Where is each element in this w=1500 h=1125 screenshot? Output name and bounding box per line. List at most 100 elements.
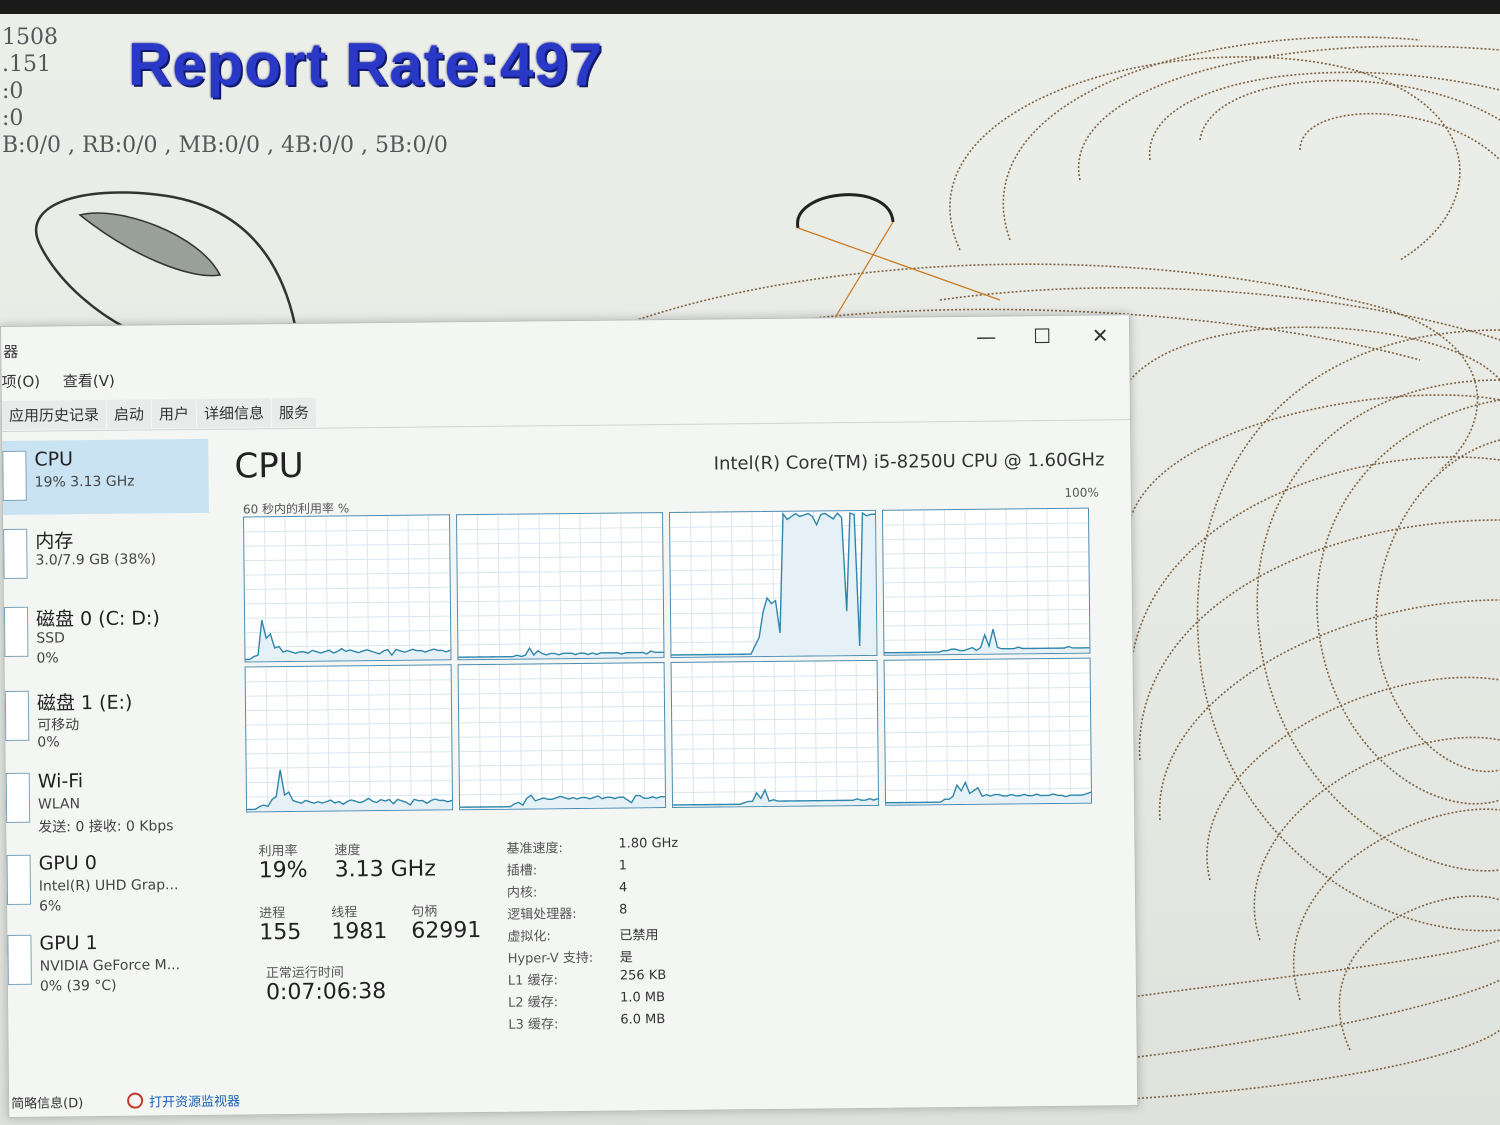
- cpu-stats: 利用率 19% 速度 3.13 GHz 进程 155 线程 1981 句柄 62…: [258, 832, 1080, 1051]
- tab-details[interactable]: 详细信息: [196, 398, 272, 428]
- sidebar-item-label: 内存: [35, 530, 74, 553]
- core-graph: [670, 659, 880, 808]
- cpu-thumbnail: [2, 450, 27, 501]
- sidebar-item-disk-0[interactable]: 磁盘 0 (C: D:) SSD 0%: [3, 595, 211, 671]
- trace-path: [1129, 456, 1500, 701]
- detail-value: 1: [618, 858, 628, 874]
- tab-services[interactable]: 服务: [271, 397, 317, 428]
- trace-path: [1129, 326, 1500, 381]
- resource-monitor-label: 打开资源监视器: [149, 1094, 241, 1111]
- trace-path: [1316, 399, 1500, 805]
- processes-stat-label: 进程: [259, 906, 286, 922]
- sidebar-item-detail: 3.0/7.9 GB (38%): [35, 551, 157, 569]
- detail-value: 6.0 MB: [620, 1012, 666, 1028]
- sidebar-item-detail: SSD: [36, 630, 65, 647]
- tab-startup[interactable]: 启动: [106, 399, 152, 429]
- menu-bar: 项(O) 查看(V): [1, 370, 133, 395]
- tab-bar: 应用历史记录 启动 用户 详细信息 服务: [1, 389, 1131, 432]
- resource-monitor-icon: [127, 1092, 144, 1109]
- core-graph: [457, 662, 667, 811]
- sidebar-item-gpu-0[interactable]: GPU 0 Intel(R) UHD Grap... 6%: [6, 843, 213, 919]
- tracker-line: :0: [2, 106, 24, 131]
- trace-line: [797, 227, 1001, 301]
- trace-arc: [796, 193, 895, 229]
- sidebar-item-gpu-1[interactable]: GPU 1 NVIDIA GeForce M... 0% (39 °C): [7, 923, 214, 999]
- core-graph-plot: [457, 513, 664, 660]
- disk-thumbnail: [4, 690, 30, 741]
- core-graph: [455, 512, 665, 661]
- resource-monitor-link[interactable]: 打开资源监视器: [127, 1091, 240, 1111]
- detail-value: 1.0 MB: [619, 990, 666, 1006]
- trace-path: [1109, 1029, 1500, 1101]
- tab-users[interactable]: 用户: [151, 398, 197, 429]
- trace-line: [829, 221, 894, 327]
- sidebar-item-label: GPU 0: [38, 852, 97, 875]
- trace-path: [1206, 676, 1500, 881]
- detail-key: L1 缓存:: [507, 973, 558, 989]
- handles-stat-label: 句柄: [411, 904, 438, 920]
- detail-value: 1.80 GHz: [618, 835, 679, 852]
- core-graphs[interactable]: [243, 507, 1096, 817]
- memory-thumbnail: [3, 528, 28, 579]
- core-graph-plot: [245, 665, 453, 812]
- detail-key: 虚拟化:: [507, 929, 551, 945]
- button-counters: B:0/0 , RB:0/0 , MB:0/0 , 4B:0/0 , 5B:0/…: [2, 133, 448, 158]
- detail-key: L2 缓存:: [508, 995, 559, 1011]
- sidebar-item-detail: 可移动: [37, 717, 80, 734]
- sidebar-item-usage: 0%: [37, 734, 60, 751]
- trace-path: [1299, 112, 1500, 161]
- detail-key: 插槽:: [506, 863, 538, 879]
- sidebar-item-label: GPU 1: [39, 932, 98, 955]
- menu-options[interactable]: 项(O): [1, 373, 40, 391]
- utilization-max: 100%: [1064, 485, 1099, 500]
- maximize-button[interactable]: ☐: [1017, 320, 1067, 353]
- trace-path: [1002, 36, 1421, 241]
- detail-value: 8: [619, 902, 628, 918]
- core-graph-plot: [670, 511, 877, 657]
- sidebar-item-detail: Intel(R) UHD Grap...: [38, 877, 179, 895]
- detail-value: 256 KB: [619, 968, 667, 984]
- sidebar-item-memory[interactable]: 内存 3.0/7.9 GB (38%): [3, 517, 210, 593]
- sidebar-item-disk-1[interactable]: 磁盘 1 (E:) 可移动 0%: [4, 679, 212, 755]
- threads-stat-label: 线程: [331, 905, 358, 921]
- detail-key: 基准速度:: [506, 841, 563, 857]
- gpu-thumbnail: [7, 934, 32, 985]
- trace-path: [1253, 736, 1500, 941]
- core-graph: [668, 509, 878, 658]
- sidebar-item-detail: 19% 3.13 GHz: [34, 473, 135, 491]
- core-graph: [244, 664, 454, 813]
- core-graph-plot: [244, 515, 451, 662]
- sidebar-item-cpu[interactable]: CPU 19% 3.13 GHz: [2, 438, 209, 515]
- detail-value: 已禁用: [619, 928, 659, 944]
- sidebar-item-label: 磁盘 0 (C: D:): [35, 607, 160, 631]
- detail-key: 逻辑处理器:: [507, 906, 577, 923]
- mouse-illustration: [34, 191, 297, 332]
- core-graph-plot: [458, 663, 666, 810]
- menu-view[interactable]: 查看(V): [63, 372, 115, 391]
- trace-path: [1129, 394, 1500, 521]
- tab-app-history[interactable]: 应用历史记录: [1, 399, 107, 430]
- trace-path: [1109, 979, 1500, 1061]
- core-graph: [883, 657, 1093, 806]
- sidebar-item-usage: 0% (39 °C): [39, 977, 117, 995]
- trace-path: [1338, 895, 1500, 1051]
- detail-key: Hyper-V 支持:: [507, 950, 594, 967]
- trace-path: [949, 56, 1461, 261]
- page-title: CPU: [234, 445, 304, 487]
- threads-stat-value: 1981: [331, 918, 388, 945]
- trace-path: [1375, 439, 1500, 773]
- close-button[interactable]: ✕: [1075, 319, 1125, 352]
- core-graph-plot: [884, 658, 1092, 805]
- window-title: 器: [3, 342, 19, 361]
- minimize-button[interactable]: —: [961, 320, 1011, 353]
- core-graph: [881, 507, 1091, 656]
- cpu-model: Intel(R) Core(TM) i5-8250U CPU @ 1.60GHz: [713, 449, 1105, 475]
- trace-path: [1149, 71, 1500, 161]
- fewer-details-link[interactable]: 简略信息(D): [11, 1092, 83, 1112]
- uptime-stat-label: 正常运行时间: [265, 965, 344, 982]
- sidebar-item-detail: NVIDIA GeForce M...: [39, 957, 181, 975]
- gpu-thumbnail: [6, 854, 32, 905]
- detail-key: L3 缓存:: [508, 1017, 559, 1033]
- processes-stat-value: 155: [259, 919, 302, 946]
- sidebar-item-wifi[interactable]: Wi-Fi WLAN 发送: 0 接收: 0 Kbps: [5, 761, 213, 837]
